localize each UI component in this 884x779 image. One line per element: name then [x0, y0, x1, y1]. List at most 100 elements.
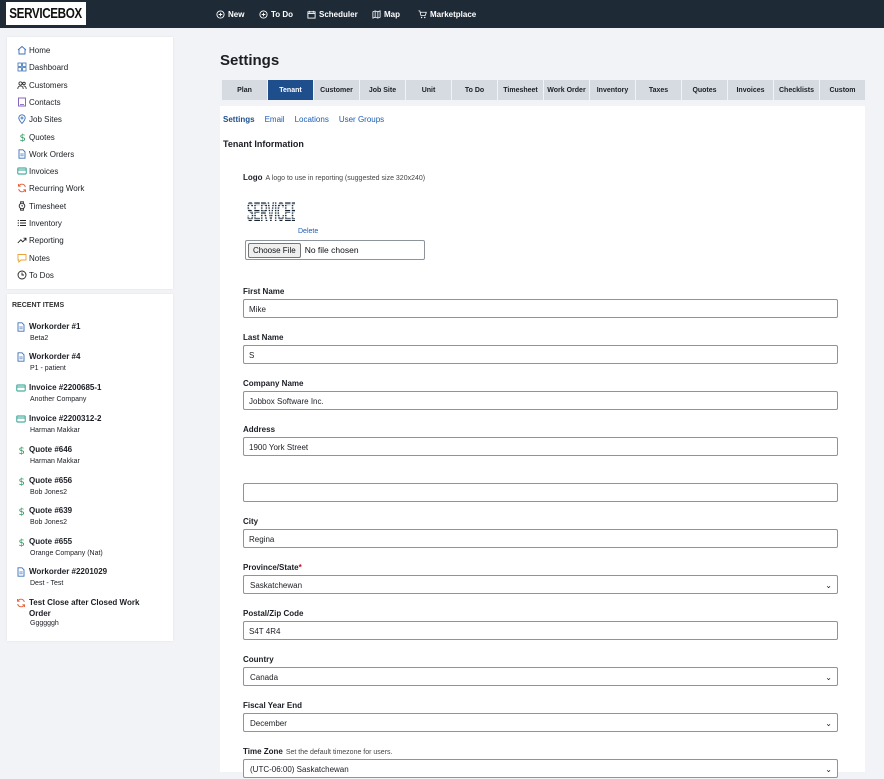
recent-item-title: Test Close after Closed Work Order — [29, 598, 140, 618]
sidebar-item-recurring-work[interactable]: Recurring Work — [17, 183, 84, 193]
sidebar-item-quotes[interactable]: $ Quotes — [17, 132, 55, 143]
tab-unit[interactable]: Unit — [406, 80, 451, 100]
choose-file-button[interactable]: Choose File — [248, 242, 301, 258]
sidebar-item-timesheet[interactable]: Timesheet — [17, 201, 66, 211]
first-name-label: First Name — [243, 287, 285, 296]
last-name-label: Last Name — [243, 333, 284, 342]
fiscal-label: Fiscal Year End — [243, 701, 302, 710]
topnav-todo[interactable]: To Do — [259, 0, 293, 28]
tab-custom[interactable]: Custom — [820, 80, 865, 100]
tab-checklists[interactable]: Checklists — [774, 80, 819, 100]
tab-customer[interactable]: Customer — [314, 80, 359, 100]
recent-item-subtitle: Ggggggh — [30, 620, 59, 627]
delete-logo-link[interactable]: Delete — [298, 228, 318, 235]
sidebar-item-label: Contacts — [29, 97, 61, 107]
subtab-locations[interactable]: Locations — [295, 115, 329, 124]
sidebar: Home Dashboard Customers Contacts Job Si… — [7, 37, 173, 289]
subtab-settings[interactable]: Settings — [223, 115, 255, 124]
recent-item-title: Invoice #2200312-2 — [29, 414, 102, 423]
recent-item-title: Quote #646 — [29, 445, 73, 454]
sidebar-item-label: Quotes — [29, 132, 55, 142]
users-icon — [17, 81, 27, 90]
tab-work-order[interactable]: Work Order — [544, 80, 589, 100]
sidebar-item-contacts[interactable]: Contacts — [17, 97, 61, 107]
sidebar-item-work-orders[interactable]: Work Orders — [17, 149, 74, 159]
postal-field[interactable]: S4T 4R4 — [243, 621, 838, 640]
address-field[interactable]: 1900 York Street — [243, 437, 838, 456]
timezone-value: (UTC-06:00) Saskatchewan — [250, 765, 349, 774]
recent-item-subtitle: Harman Makkar — [30, 427, 80, 434]
file-input[interactable]: Choose File No file chosen — [245, 240, 425, 260]
subtab-email[interactable]: Email — [265, 115, 285, 124]
tab-invoices[interactable]: Invoices — [728, 80, 773, 100]
sidebar-item-label: Home — [29, 45, 51, 55]
topnav-new[interactable]: New — [216, 0, 244, 28]
tab-plan[interactable]: Plan — [222, 80, 267, 100]
sidebar-item-home[interactable]: Home — [17, 45, 50, 55]
sidebar-item-reporting[interactable]: Reporting — [17, 235, 64, 245]
plus-circle-icon — [259, 9, 268, 19]
topnav-map[interactable]: Map — [372, 0, 400, 28]
fiscal-year-end-select[interactable]: December ⌄ — [243, 713, 838, 732]
sidebar-item-label: Job Sites — [29, 114, 62, 124]
dollar-icon: $ — [16, 476, 26, 488]
city-field[interactable]: Regina — [243, 529, 838, 548]
app-logo[interactable]: SERVICEBOX — [6, 2, 86, 25]
topnav-marketplace-label: Marketplace — [430, 9, 477, 19]
dollar-icon: $ — [16, 506, 26, 518]
recent-item-title: Quote #639 — [29, 506, 73, 515]
tab-to-do[interactable]: To Do — [452, 80, 497, 100]
province-select[interactable]: Saskatchewan ⌄ — [243, 575, 838, 594]
file-status: No file chosen — [304, 245, 359, 255]
address-line2-field[interactable] — [243, 483, 838, 502]
tab-quotes[interactable]: Quotes — [682, 80, 727, 100]
country-value: Canada — [250, 673, 279, 682]
tab-taxes[interactable]: Taxes — [636, 80, 681, 100]
country-select[interactable]: Canada ⌄ — [243, 667, 838, 686]
subtab-user-groups[interactable]: User Groups — [339, 115, 384, 124]
topnav-marketplace[interactable]: Marketplace — [418, 0, 476, 28]
tab-inventory[interactable]: Inventory — [590, 80, 635, 100]
svg-text:$: $ — [19, 477, 25, 486]
logo-text: SERVICEBOX — [9, 5, 83, 22]
clock-icon — [17, 270, 27, 280]
tab-job-site[interactable]: Job Site — [360, 80, 405, 100]
document-icon — [16, 567, 26, 579]
province-label: Province/State* — [243, 563, 302, 572]
sidebar-item-invoices[interactable]: Invoices — [17, 166, 58, 176]
contacts-icon — [18, 97, 26, 107]
top-bar: SERVICEBOX New To Do Scheduler Map Marke… — [0, 0, 884, 28]
location-pin-icon — [18, 114, 26, 124]
cart-icon — [418, 9, 427, 18]
sidebar-item-label: Dashboard — [29, 62, 69, 72]
sidebar-item-notes[interactable]: Notes — [17, 253, 50, 263]
sidebar-item-customers[interactable]: Customers — [17, 80, 68, 90]
chevron-down-icon: ⌄ — [825, 765, 832, 774]
trend-icon — [17, 237, 27, 244]
tab-timesheet[interactable]: Timesheet — [498, 80, 543, 100]
province-value: Saskatchewan — [250, 581, 303, 590]
topnav-scheduler[interactable]: Scheduler — [307, 0, 358, 28]
dollar-icon: $ — [16, 537, 26, 549]
topnav-new-label: New — [228, 9, 245, 19]
last-name-field[interactable]: S — [243, 345, 838, 364]
first-name-field[interactable]: Mike — [243, 299, 838, 318]
sidebar-item-inventory[interactable]: Inventory — [17, 218, 62, 228]
sidebar-item-job-sites[interactable]: Job Sites — [17, 114, 62, 124]
topnav-map-label: Map — [384, 9, 400, 19]
tab-tenant[interactable]: Tenant — [268, 80, 313, 100]
dollar-icon: $ — [20, 133, 26, 142]
fiscal-value: December — [250, 719, 287, 728]
dollar-icon: $ — [16, 445, 26, 457]
invoice-icon — [17, 167, 27, 175]
city-label: City — [243, 517, 259, 526]
svg-text:$: $ — [19, 507, 25, 516]
recent-item-title: Workorder #4 — [29, 352, 81, 361]
document-icon — [16, 352, 26, 364]
sidebar-item-dashboard[interactable]: Dashboard — [17, 62, 68, 72]
sidebar-item-to-dos[interactable]: To Dos — [17, 270, 54, 280]
company-name-field[interactable]: Jobbox Software Inc. — [243, 391, 838, 410]
timezone-select[interactable]: (UTC-06:00) Saskatchewan ⌄ — [243, 759, 838, 778]
chevron-down-icon: ⌄ — [825, 581, 832, 590]
timezone-label: Time Zone Set the default timezone for us… — [243, 747, 392, 756]
